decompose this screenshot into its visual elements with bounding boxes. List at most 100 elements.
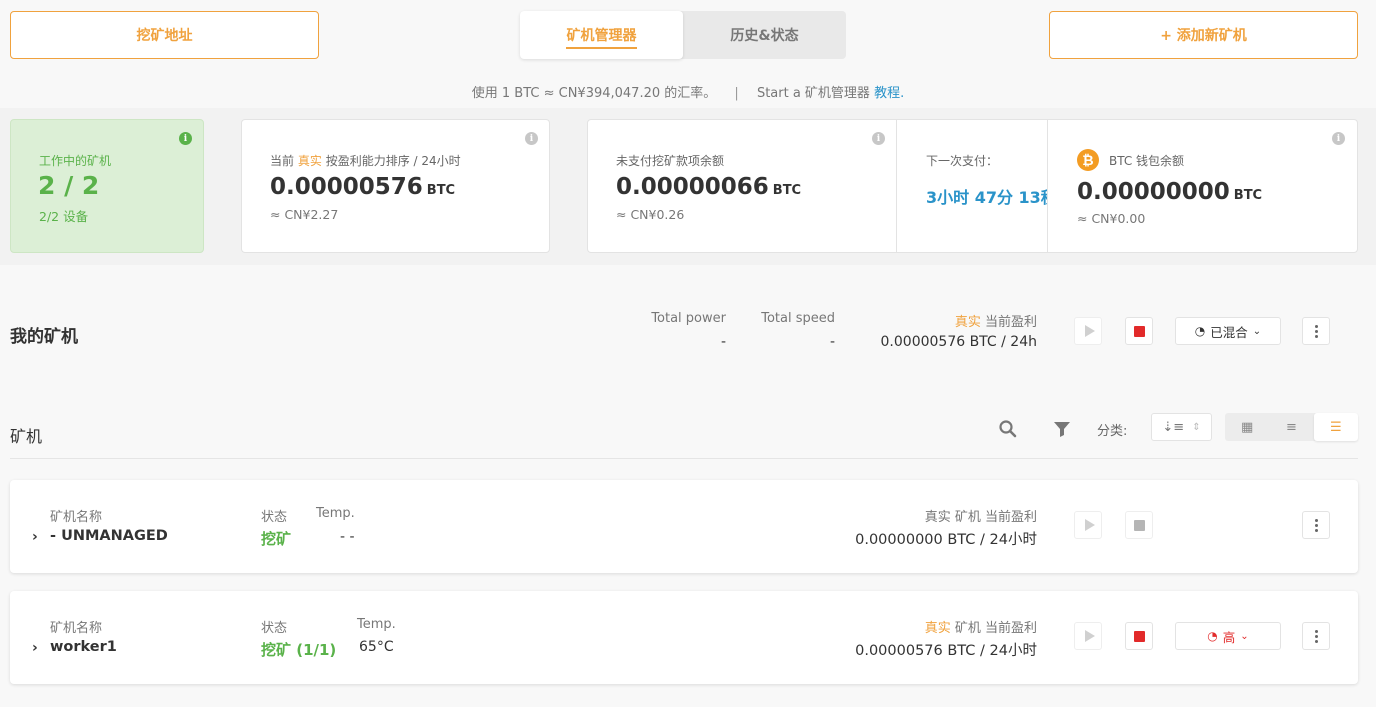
play-icon: [1084, 519, 1095, 531]
miner-name-label: 矿机名称: [50, 510, 103, 525]
detailed-view-button[interactable]: ☰: [1313, 413, 1358, 441]
divider: [10, 458, 1358, 459]
miner-status: 挖矿 (1/1): [261, 641, 337, 659]
total-power-label: Total power: [651, 311, 726, 326]
miner-profit-value: 0.00000000 BTC / 24小时: [855, 532, 1037, 548]
unpaid-balance-label: 未支付挖矿款项余额: [616, 154, 725, 168]
tutorial-period: .: [900, 86, 905, 101]
status-label: 状态: [261, 621, 288, 636]
tab-history-status-label: 历史&状态: [730, 28, 799, 44]
miner-temp: 65°C: [359, 639, 394, 655]
start-miner-button[interactable]: [1074, 622, 1102, 650]
rows-icon: ☰: [1329, 419, 1342, 435]
current-profit-fiat: ≈ CN¥2.27: [270, 207, 339, 222]
payout-card: i i 未支付挖矿款项余额 0.00000066 BTC ≈ CN¥0.26 下一…: [587, 119, 1358, 253]
miner-profit-header: 真实 矿机 当前盈利: [924, 510, 1037, 525]
divider: [1047, 120, 1048, 252]
tab-history-status[interactable]: 历史&状态: [683, 11, 846, 59]
current-profit-header: 真实 当前盈利: [954, 315, 1037, 330]
search-icon[interactable]: [998, 419, 1018, 439]
miner-row[interactable]: 矿机名称 › - UNMANAGED 状态 挖矿 Temp. - - 真实 矿机…: [10, 480, 1358, 573]
miner-options-button[interactable]: [1302, 622, 1330, 650]
info-icon[interactable]: i: [525, 132, 538, 145]
divider: [896, 120, 897, 252]
working-miners-value: 2 / 2: [38, 171, 100, 200]
wallet-balance-label: BTC 钱包余额: [1109, 154, 1185, 168]
next-payout-label: 下一次支付：: [926, 154, 999, 168]
total-power-value: -: [720, 334, 726, 350]
separator: |: [734, 86, 739, 101]
miner-name: - UNMANAGED: [50, 528, 168, 544]
total-speed-label: Total speed: [761, 311, 835, 326]
filter-icon[interactable]: [1052, 419, 1072, 439]
more-vertical-icon: [1314, 518, 1318, 532]
tutorial-link[interactable]: 教程: [874, 86, 900, 101]
miner-name: worker1: [50, 639, 117, 655]
miner-status: 挖矿: [261, 530, 292, 548]
more-vertical-icon: [1314, 324, 1318, 338]
stop-icon: [1133, 519, 1145, 531]
next-payout-countdown: 3小时 47分 13秒: [926, 188, 1048, 207]
stop-all-button[interactable]: [1125, 317, 1153, 345]
miner-options-button[interactable]: [1302, 511, 1330, 539]
list-icon: ≡: [1286, 419, 1297, 435]
add-miner-button[interactable]: + 添加新矿机: [1049, 11, 1358, 59]
start-miner-button[interactable]: [1074, 511, 1102, 539]
mode-dropdown[interactable]: ◔ 已混合 ⌄: [1175, 317, 1281, 345]
mining-address-button[interactable]: 挖矿地址: [10, 11, 319, 59]
working-miners-label: 工作中的矿机: [39, 154, 112, 168]
info-icon[interactable]: i: [1332, 132, 1345, 145]
exchange-rate-bar: 使用 1 BTC ≈ CN¥394,047.20 的汇率。 | Start a …: [0, 82, 1376, 101]
current-profit-label: 当前 真实 按盈利能力排序 / 24小时: [270, 154, 461, 168]
my-miners-title: 我的矿机: [10, 327, 78, 347]
mode-dropdown-label: 已混合: [1210, 324, 1248, 340]
exchange-rate-text: 使用 1 BTC ≈ CN¥394,047.20 的汇率。: [471, 86, 717, 101]
working-miners-card: i 工作中的矿机 2 / 2 2/2 设备: [10, 119, 204, 253]
miners-section-title: 矿机: [10, 427, 43, 446]
start-all-button[interactable]: [1074, 317, 1102, 345]
wallet-balance-fiat: ≈ CN¥0.00: [1077, 211, 1146, 226]
sort-dropdown[interactable]: ⇣≡ ⇕: [1151, 413, 1212, 441]
list-view-button[interactable]: ≡: [1269, 413, 1313, 441]
speedometer-icon: ◔: [1194, 324, 1206, 338]
stop-icon: [1133, 325, 1145, 337]
working-devices-count: 2/2 设备: [39, 209, 89, 224]
unpaid-balance-fiat: ≈ CN¥0.26: [616, 207, 685, 222]
stop-miner-button[interactable]: [1125, 511, 1153, 539]
play-icon: [1084, 325, 1095, 337]
sort-order-icon: ⇣≡: [1162, 419, 1185, 435]
tab-bar: 矿机管理器 历史&状态: [520, 11, 846, 59]
miner-profit-header: 真实 矿机 当前盈利: [924, 621, 1037, 636]
chevron-down-icon: ⌄: [1240, 630, 1249, 642]
view-toggle-group: ▦ ≡ ☰: [1225, 413, 1358, 441]
unpaid-balance-value: 0.00000066 BTC: [616, 174, 802, 200]
grid-view-button[interactable]: ▦: [1225, 413, 1269, 441]
start-text: Start a 矿机管理器: [756, 86, 870, 101]
expand-chevron-icon[interactable]: ›: [32, 640, 38, 656]
miner-name-label: 矿机名称: [50, 621, 103, 636]
speedometer-icon: ◔: [1207, 629, 1218, 643]
temp-label: Temp.: [316, 506, 355, 521]
power-mode-dropdown[interactable]: ◔ 高 ⌄: [1175, 622, 1281, 650]
miner-row[interactable]: 矿机名称 › worker1 状态 挖矿 (1/1) Temp. 65°C 真实…: [10, 591, 1358, 684]
power-mode-label: 高: [1222, 629, 1236, 645]
more-options-button[interactable]: [1302, 317, 1330, 345]
temp-label: Temp.: [357, 617, 396, 632]
stop-miner-button[interactable]: [1125, 622, 1153, 650]
sort-label: 分类:: [1097, 424, 1128, 439]
grid-icon: ▦: [1241, 419, 1254, 435]
info-icon[interactable]: i: [179, 132, 192, 145]
tab-miner-manager-label: 矿机管理器: [566, 28, 637, 44]
current-profit-card: i 当前 真实 按盈利能力排序 / 24小时 0.00000576 BTC ≈ C…: [241, 119, 550, 253]
wallet-balance-value: 0.00000000 BTC: [1077, 179, 1263, 205]
expand-chevron-icon[interactable]: ›: [32, 529, 38, 545]
total-profit-value: 0.00000576 BTC / 24h: [880, 334, 1037, 350]
miner-temp: - -: [340, 529, 355, 545]
info-icon[interactable]: i: [872, 132, 885, 145]
status-label: 状态: [261, 510, 288, 525]
bitcoin-icon: ₿: [1077, 149, 1099, 171]
miner-profit-value: 0.00000576 BTC / 24小时: [855, 643, 1037, 659]
more-vertical-icon: [1314, 629, 1318, 643]
current-profit-value: 0.00000576 BTC: [270, 174, 456, 200]
tab-miner-manager[interactable]: 矿机管理器: [520, 11, 683, 59]
